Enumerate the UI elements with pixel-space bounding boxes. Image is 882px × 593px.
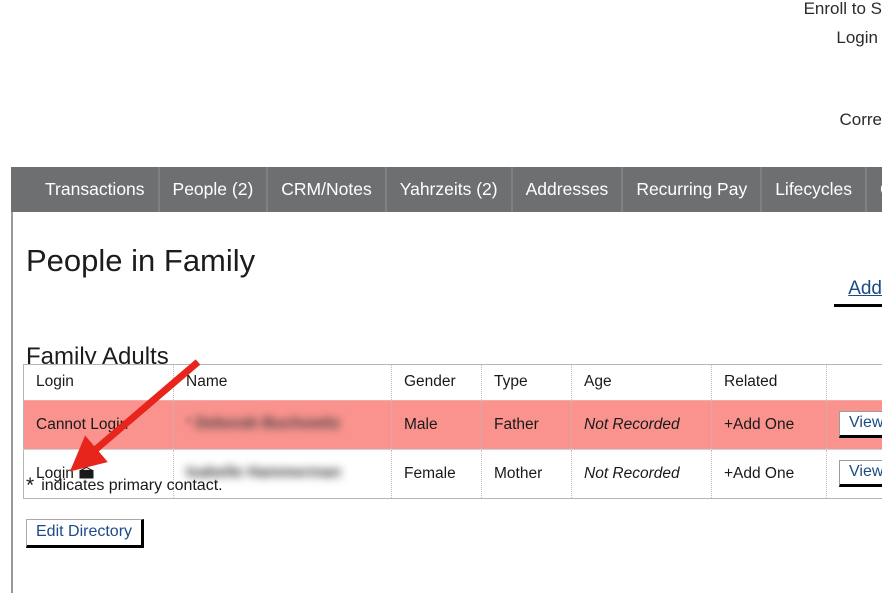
tab-people[interactable]: People (2) [160, 167, 269, 212]
column-header-related[interactable]: Related [711, 364, 827, 401]
column-header-age[interactable]: Age [571, 364, 712, 401]
person-name: Deborah Buchowitz [195, 414, 341, 432]
cell-action: View [826, 449, 882, 499]
cell-name[interactable]: * Deborah Buchowitz [173, 400, 392, 450]
column-header-gender[interactable]: Gender [391, 364, 482, 401]
cell-related[interactable]: +Add One [711, 449, 827, 499]
tab-recurring-pay[interactable]: Recurring Pay [623, 167, 763, 212]
edit-directory-button[interactable]: Edit Directory [26, 519, 145, 548]
main-tab-bar: Transactions People (2) CRM/Notes Yahrzeits… [11, 167, 882, 212]
person-name-redacted: * Deborah Buchowitz [186, 413, 346, 437]
view-button[interactable]: View [839, 460, 882, 487]
content-panel: People in Family Add Family Adults Login… [11, 212, 882, 593]
cell-type: Mother [481, 449, 572, 499]
tab-lifecycles[interactable]: Lifecycles [762, 167, 868, 212]
cell-age: Not Recorded [571, 400, 712, 450]
add-link-underline-decoration [834, 304, 882, 307]
add-person-link[interactable]: Add [848, 278, 882, 300]
primary-contact-footnote: * indicates primary contact. [26, 474, 223, 498]
cell-gender: Male [391, 400, 482, 450]
enroll-link[interactable]: Enroll to S [804, 0, 882, 19]
tab-yahrzeits[interactable]: Yahrzeits (2) [387, 167, 513, 212]
cell-login[interactable]: Cannot Login [23, 400, 174, 450]
top-header-strip: Enroll to S Login Corre [0, 0, 882, 160]
column-header-name[interactable]: Name [173, 364, 392, 401]
cell-gender: Female [391, 449, 482, 499]
cell-action: View [826, 400, 882, 450]
table-row[interactable]: Cannot Login * Deborah Buchowitz Male Fathe… [23, 400, 882, 450]
view-button[interactable]: View [839, 411, 882, 438]
cell-age: Not Recorded [571, 449, 712, 499]
tabbar-leading-spacer [11, 167, 32, 212]
footnote-asterisk: * [26, 474, 35, 497]
column-header-login[interactable]: Login [23, 364, 174, 401]
login-label[interactable]: Cannot Login [36, 416, 128, 433]
primary-contact-star: * [186, 414, 192, 430]
cell-related[interactable]: +Add One [711, 400, 827, 450]
tab-addresses[interactable]: Addresses [513, 167, 624, 212]
cell-type: Father [481, 400, 572, 450]
column-header-type[interactable]: Type [481, 364, 572, 401]
tab-crm-notes[interactable]: CRM/Notes [268, 167, 387, 212]
tab-transactions[interactable]: Transactions [32, 167, 160, 212]
footnote-text: indicates primary contact. [41, 477, 223, 494]
tab-credit-cards[interactable]: Credit C [867, 167, 882, 212]
correspondence-link[interactable]: Corre [839, 110, 882, 130]
table-header-row: Login Name Gender Type Age Related [23, 364, 882, 401]
page-title: People in Family [26, 242, 256, 278]
login-link[interactable]: Login [836, 28, 878, 48]
column-header-actions [826, 364, 882, 401]
